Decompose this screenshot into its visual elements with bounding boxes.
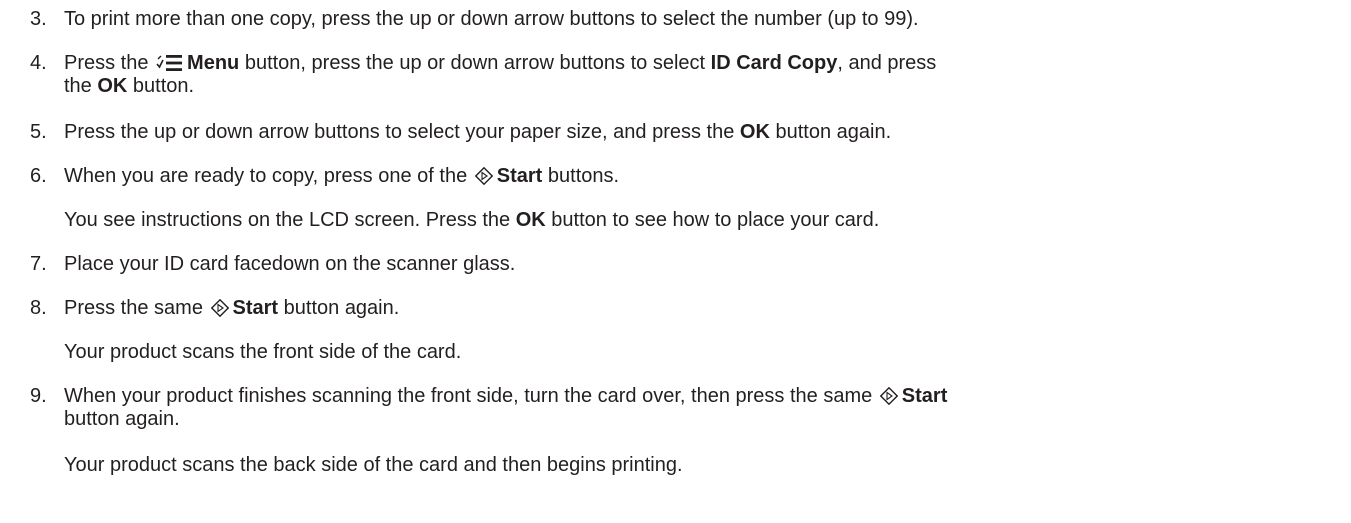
text-run: button to see how to place your card. <box>545 209 880 231</box>
step-text: To print more than one copy, press the u… <box>64 8 919 30</box>
text-run: When your product finishes scanning the … <box>64 385 878 407</box>
step-text: Press the Menu button, press the up or d… <box>64 52 1339 75</box>
ok-label: OK <box>97 75 128 97</box>
id-card-copy-label: ID Card Copy <box>710 52 838 74</box>
text-run: button, press the up or down arrow butto… <box>239 52 711 74</box>
text-run: button. <box>127 75 195 97</box>
step-text: Place your ID card facedown on the scann… <box>64 253 516 275</box>
step-note: You see instructions on the LCD screen. … <box>64 209 879 232</box>
text-run: You see instructions on the LCD screen. … <box>64 209 516 231</box>
start-icon <box>210 299 229 317</box>
text-run: , and press <box>837 52 937 74</box>
step-text: When you are ready to copy, press one of… <box>64 165 1339 188</box>
text-run: button again. <box>278 297 400 319</box>
step-number: 7. <box>30 253 47 275</box>
menu-icon <box>156 54 183 72</box>
text-run: buttons. <box>542 165 620 187</box>
step-number: 6. <box>30 165 47 187</box>
start-icon <box>879 387 898 405</box>
step-text: button again. <box>64 408 180 430</box>
ok-label: OK <box>739 121 770 143</box>
step-text: Press the same Start button again. <box>64 297 1339 320</box>
step-text: When your product finishes scanning the … <box>64 385 1339 408</box>
step-number: 9. <box>30 385 47 407</box>
step-number: 8. <box>30 297 47 319</box>
text-run: the <box>64 75 98 97</box>
step-text: the OK button. <box>64 75 1339 98</box>
text-run: When you are ready to copy, press one of… <box>64 165 473 187</box>
start-icon <box>474 167 493 185</box>
step-number: 4. <box>30 52 47 74</box>
text-run: Press the <box>64 52 155 74</box>
step-text: Press the up or down arrow buttons to se… <box>64 121 1339 144</box>
start-label: Start <box>901 385 948 407</box>
text-run: button again. <box>769 121 892 143</box>
step-number: 3. <box>30 8 47 30</box>
start-label: Start <box>232 297 279 319</box>
step-note: Your product scans the front side of the… <box>64 341 462 363</box>
step-number: 5. <box>30 121 47 143</box>
text-run: Press the up or down arrow buttons to se… <box>64 121 740 143</box>
menu-label: Menu <box>187 52 240 74</box>
ok-label: OK <box>515 209 546 231</box>
step-note: Your product scans the back side of the … <box>64 454 683 476</box>
start-label: Start <box>496 165 543 187</box>
text-run: Press the same <box>64 297 209 319</box>
